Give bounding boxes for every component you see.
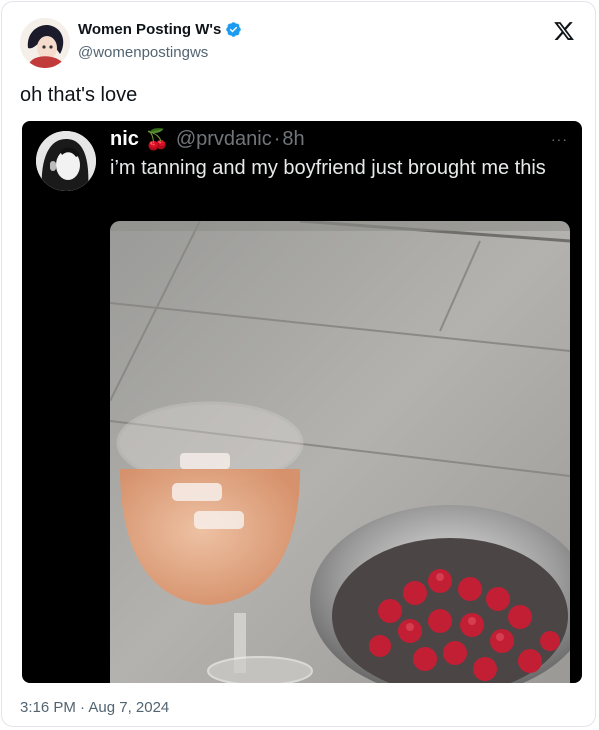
verified-badge-icon — [226, 22, 242, 37]
tweet-timestamp[interactable]: 3:16 PM · Aug 7, 2024 — [20, 699, 169, 716]
quoted-display-name[interactable]: nic — [110, 128, 139, 151]
quoted-tweet[interactable]: nic 🍒 @prvdanic · 8h ··· i’m tanning and… — [22, 121, 582, 683]
tweet-card: Women Posting W's @womenpostingws oh tha… — [1, 1, 596, 727]
author-display-name[interactable]: Women Posting W's — [78, 21, 221, 38]
author-name-row[interactable]: Women Posting W's — [78, 21, 242, 38]
quoted-separator: · — [273, 128, 281, 150]
quoted-text: i’m tanning and my boyfriend just brough… — [110, 157, 546, 179]
quoted-time[interactable]: 8h — [282, 128, 304, 151]
quoted-header: nic 🍒 @prvdanic · 8h — [110, 127, 305, 152]
x-logo-icon[interactable] — [553, 20, 575, 42]
author-avatar[interactable] — [20, 18, 70, 68]
author-handle[interactable]: @womenpostingws — [78, 44, 208, 61]
quoted-photo[interactable] — [110, 221, 570, 683]
tweet-text: oh that's love — [20, 84, 138, 106]
more-options-icon[interactable]: ··· — [551, 131, 568, 147]
cherry-emoji: 🍒 — [144, 129, 170, 151]
quoted-handle[interactable]: @prvdanic — [176, 128, 272, 151]
quoted-author-avatar[interactable] — [36, 131, 96, 191]
